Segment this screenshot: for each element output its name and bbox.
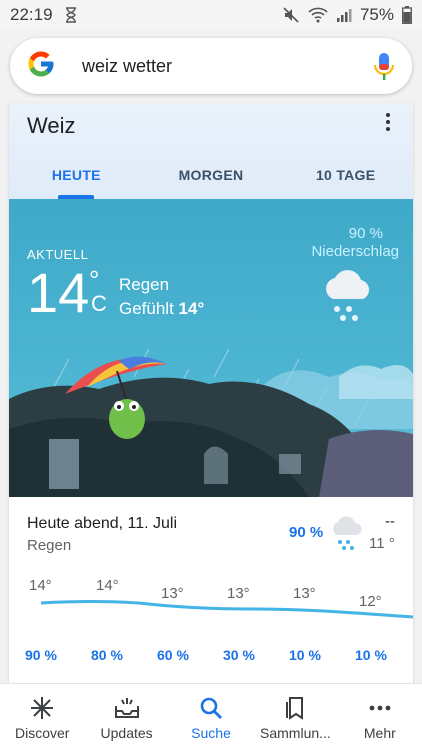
hourly-precip: 80 % (91, 647, 123, 663)
weather-tabs: HEUTE MORGEN 10 TAGE (9, 157, 413, 199)
location-title: Weiz (27, 113, 76, 138)
forecast-condition: Regen (27, 537, 72, 554)
rain-cloud-icon (319, 261, 375, 328)
weather-card: Weiz HEUTE MORGEN 10 TAGE AKTUELL 14 ° C… (9, 103, 413, 703)
tab-10-days[interactable]: 10 TAGE (278, 157, 413, 199)
bottom-navigation: Discover Updates Suche Sammlun... Mehr (0, 683, 422, 750)
mute-icon (282, 6, 300, 24)
search-icon (198, 696, 224, 720)
feels-like-value: 14° (178, 299, 205, 318)
nav-discover[interactable]: Discover (0, 684, 84, 750)
google-logo-icon (26, 49, 56, 84)
temperature-unit[interactable]: C (91, 293, 107, 315)
microphone-icon[interactable] (372, 51, 396, 81)
forecast-title: Heute abend, 11. Juli (27, 515, 178, 532)
search-bar[interactable]: weiz wetter (10, 38, 412, 94)
hourly-precip: 60 % (157, 647, 189, 663)
nav-search[interactable]: Suche (169, 684, 253, 750)
current-condition: Regen (119, 275, 170, 294)
forecast-high: -- (385, 513, 395, 530)
more-icon (367, 696, 393, 720)
nav-collections[interactable]: Sammlun... (253, 684, 337, 750)
nav-updates-label: Updates (100, 725, 153, 741)
feels-like-label: Gefühlt (119, 299, 174, 318)
hourly-precip: 30 % (223, 647, 255, 663)
hourglass-icon (65, 7, 77, 23)
hourly-precip: 90 % (25, 647, 57, 663)
battery-percent: 75% (359, 5, 394, 24)
current-temperature: 14 (27, 261, 90, 324)
tab-today-label: HEUTE (51, 167, 101, 183)
hourly-precip: 10 % (355, 647, 387, 663)
forecast-precip: 90 % (289, 524, 324, 541)
battery-icon (402, 6, 412, 24)
weather-scene: AKTUELL 14 ° C Regen Gefühlt 14° 90 % Ni… (9, 199, 413, 497)
temperature-curve (40, 600, 413, 619)
wifi-icon (308, 7, 328, 23)
degree-symbol: ° (89, 265, 100, 295)
status-time: 22:19 (10, 5, 53, 24)
nav-search-label: Suche (191, 725, 231, 741)
inbox-icon (114, 696, 140, 720)
tab-tomorrow-label: MORGEN (178, 167, 244, 183)
status-bar: 22:19 75% (0, 0, 422, 30)
current-label: AKTUELL (27, 247, 89, 262)
hourly-precip: 10 % (289, 647, 321, 663)
bookmarks-icon (282, 696, 308, 720)
precip-label: Niederschlag (311, 243, 399, 260)
nav-collections-label: Sammlun... (260, 725, 331, 741)
weather-header: Weiz HEUTE MORGEN 10 TAGE (9, 103, 413, 199)
tab-10-days-label: 10 TAGE (315, 167, 376, 183)
feels-like: Gefühlt 14° (119, 299, 204, 319)
forecast-rain-cloud-icon (329, 513, 363, 558)
nav-more-label: Mehr (363, 725, 396, 741)
asterisk-icon (29, 696, 55, 720)
tab-today[interactable]: HEUTE (9, 157, 144, 199)
tab-tomorrow[interactable]: MORGEN (144, 157, 279, 199)
evening-forecast[interactable]: Heute abend, 11. Juli Regen 90 % -- 11 ° (9, 497, 413, 571)
signal-icon (336, 7, 352, 23)
more-options-icon[interactable] (385, 113, 391, 131)
precip-percent: 90 % (348, 225, 383, 242)
search-query[interactable]: weiz wetter (82, 56, 372, 77)
nav-updates[interactable]: Updates (84, 684, 168, 750)
forecast-low: 11 ° (369, 535, 395, 552)
nav-discover-label: Discover (14, 725, 70, 741)
nav-more[interactable]: Mehr (338, 684, 422, 750)
